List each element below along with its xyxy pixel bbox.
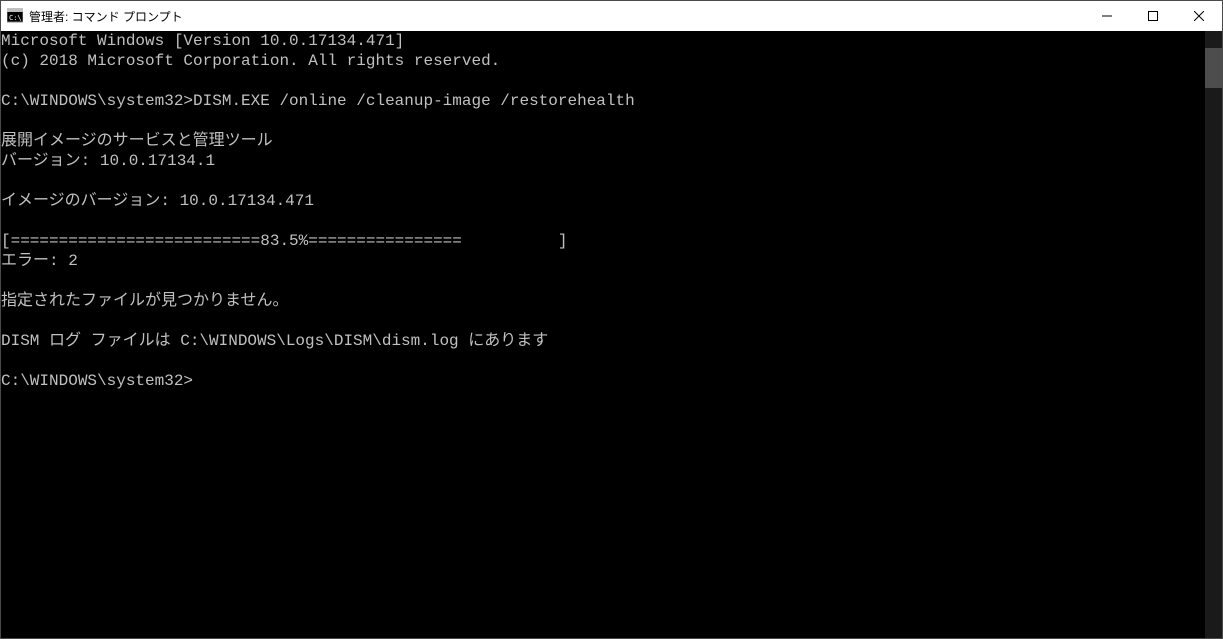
terminal-output[interactable]: Microsoft Windows [Version 10.0.17134.47… bbox=[1, 31, 1205, 638]
title-left: C:\ 管理者: コマンド プロンプト bbox=[1, 8, 183, 25]
svg-text:C:\: C:\ bbox=[9, 14, 22, 22]
vertical-scrollbar[interactable] bbox=[1205, 31, 1222, 638]
terminal-line: C:\WINDOWS\system32>DISM.EXE /online /cl… bbox=[1, 92, 635, 110]
titlebar[interactable]: C:\ 管理者: コマンド プロンプト bbox=[1, 1, 1222, 31]
terminal-line: C:\WINDOWS\system32> bbox=[1, 372, 193, 390]
terminal-line: [==========================83.5%========… bbox=[1, 232, 568, 250]
terminal-line: 指定されたファイルが見つかりません。 bbox=[1, 292, 289, 310]
terminal-line: (c) 2018 Microsoft Corporation. All righ… bbox=[1, 52, 500, 70]
terminal-line: イメージのバージョン: 10.0.17134.471 bbox=[1, 192, 314, 210]
window-frame: C:\ 管理者: コマンド プロンプト Microsoft Windows [V… bbox=[0, 0, 1223, 639]
terminal-line: DISM ログ ファイルは C:\WINDOWS\Logs\DISM\dism.… bbox=[1, 332, 548, 350]
minimize-button[interactable] bbox=[1084, 1, 1130, 31]
terminal-line: Microsoft Windows [Version 10.0.17134.47… bbox=[1, 32, 404, 50]
close-button[interactable] bbox=[1176, 1, 1222, 31]
terminal-line: バージョン: 10.0.17134.1 bbox=[1, 152, 215, 170]
window-controls bbox=[1084, 1, 1222, 31]
terminal-line: エラー: 2 bbox=[1, 252, 78, 270]
cmd-icon: C:\ bbox=[7, 8, 23, 24]
window-title: 管理者: コマンド プロンプト bbox=[29, 8, 183, 25]
scrollbar-thumb[interactable] bbox=[1205, 48, 1222, 88]
terminal-line: 展開イメージのサービスと管理ツール bbox=[1, 132, 273, 150]
client-area: Microsoft Windows [Version 10.0.17134.47… bbox=[1, 31, 1222, 638]
maximize-button[interactable] bbox=[1130, 1, 1176, 31]
